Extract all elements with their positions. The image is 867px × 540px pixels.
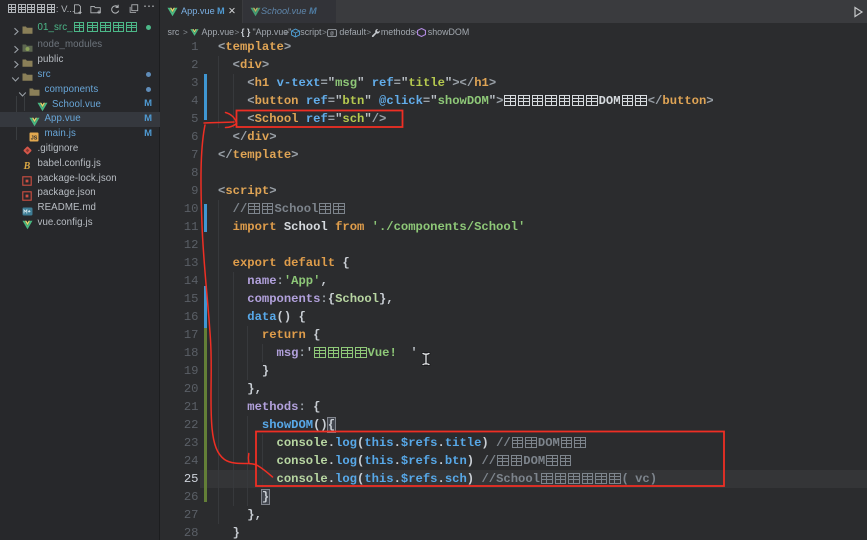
svg-text:@: @ [330,30,334,37]
svg-text:JS: JS [31,135,38,141]
svg-text:B: B [23,161,31,171]
